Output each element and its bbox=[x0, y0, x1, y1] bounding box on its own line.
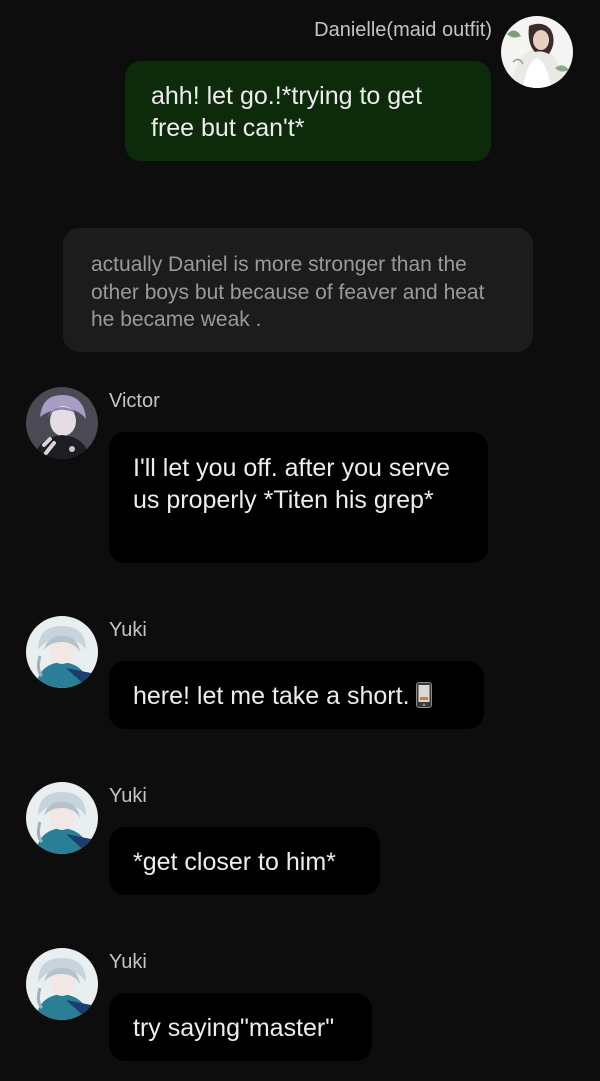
yuki-avatar-icon[interactable] bbox=[26, 948, 98, 1020]
narration-bubble: actually Daniel is more stronger than th… bbox=[63, 228, 533, 352]
victor-avatar-icon[interactable] bbox=[26, 387, 98, 459]
message-bubble: *get closer to him* bbox=[109, 827, 380, 895]
yuki-avatar-icon[interactable] bbox=[26, 616, 98, 688]
mobile-phone-icon bbox=[415, 682, 432, 708]
yuki-avatar-icon[interactable] bbox=[26, 782, 98, 854]
sender-name: Victor bbox=[109, 390, 160, 412]
message-text: here! let me take a short. bbox=[133, 682, 410, 710]
danielle-avatar-icon[interactable] bbox=[501, 16, 573, 88]
message-text: try saying"master" bbox=[133, 1014, 335, 1042]
message-bubble: try saying"master" bbox=[109, 993, 372, 1061]
sender-name: Yuki bbox=[109, 619, 147, 641]
message-text: I'll let you off. after you serve us pro… bbox=[133, 454, 450, 514]
message-bubble: ahh! let go.!*trying to get free but can… bbox=[125, 61, 491, 161]
sender-name: Yuki bbox=[109, 951, 147, 973]
narration-text: actually Daniel is more stronger than th… bbox=[91, 253, 485, 331]
message-text: ahh! let go.!*trying to get free but can… bbox=[151, 82, 423, 142]
sender-name: Danielle(maid outfit) bbox=[314, 19, 492, 41]
message-text: *get closer to him* bbox=[133, 848, 336, 876]
message-bubble: here! let me take a short. bbox=[109, 661, 484, 729]
sender-name: Yuki bbox=[109, 785, 147, 807]
message-bubble: I'll let you off. after you serve us pro… bbox=[109, 432, 488, 563]
